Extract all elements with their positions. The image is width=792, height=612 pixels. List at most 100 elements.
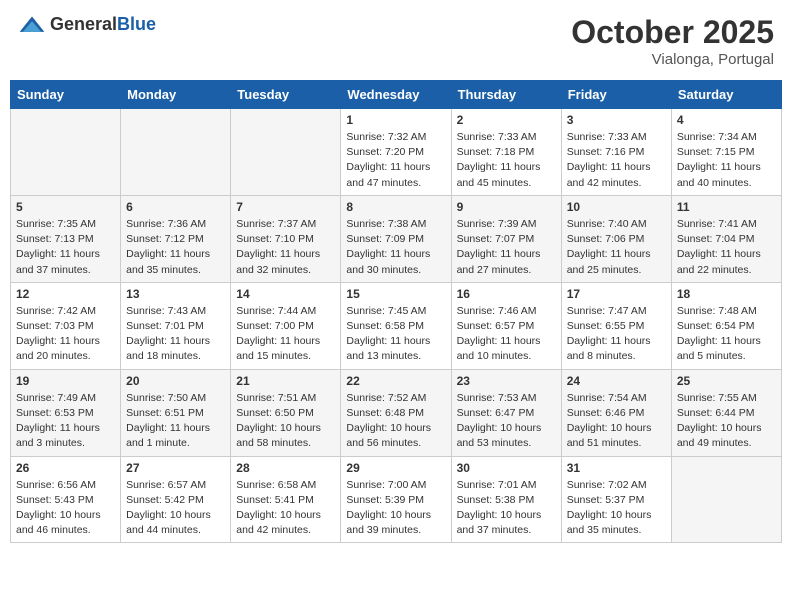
calendar-day-cell: 28 Sunrise: 6:58 AM Sunset: 5:41 PM Dayli… bbox=[231, 456, 341, 543]
day-info: Sunrise: 7:51 AM Sunset: 6:50 PM Dayligh… bbox=[236, 391, 335, 452]
calendar-day-cell: 15Sunrise: 7:45 AM Sunset: 6:58 PM Dayli… bbox=[341, 282, 451, 369]
day-info: Sunrise: 7:33 AM Sunset: 7:16 PM Dayligh… bbox=[567, 130, 666, 191]
day-info: Sunrise: 7:49 AM Sunset: 6:53 PM Dayligh… bbox=[16, 391, 115, 452]
day-number: 14 bbox=[236, 287, 335, 301]
day-info: Sunrise: 7:45 AM Sunset: 6:58 PM Dayligh… bbox=[346, 304, 445, 365]
weekday-header: Friday bbox=[561, 81, 671, 109]
weekday-header: Saturday bbox=[671, 81, 781, 109]
logo: GeneralBlue bbox=[18, 14, 156, 35]
calendar-week-row: 26 Sunrise: 6:56 AM Sunset: 5:43 PM Dayli… bbox=[11, 456, 782, 543]
day-info: Sunrise: 7:42 AM Sunset: 7:03 PM Dayligh… bbox=[16, 304, 115, 365]
day-number: 20 bbox=[126, 374, 225, 388]
calendar-day-cell: 13Sunrise: 7:43 AM Sunset: 7:01 PM Dayli… bbox=[121, 282, 231, 369]
day-number: 10 bbox=[567, 200, 666, 214]
day-number: 3 bbox=[567, 113, 666, 127]
day-info: Sunrise: 7:34 AM Sunset: 7:15 PM Dayligh… bbox=[677, 130, 776, 191]
weekday-header-row: SundayMondayTuesdayWednesdayThursdayFrid… bbox=[11, 81, 782, 109]
day-info: Sunrise: 7:47 AM Sunset: 6:55 PM Dayligh… bbox=[567, 304, 666, 365]
calendar-day-cell: 22 Sunrise: 7:52 AM Sunset: 6:48 PM Dayli… bbox=[341, 369, 451, 456]
calendar-day-cell: 10 Sunrise: 7:40 AM Sunset: 7:06 PM Dayli… bbox=[561, 195, 671, 282]
calendar-day-cell: 7 Sunrise: 7:37 AM Sunset: 7:10 PM Daylig… bbox=[231, 195, 341, 282]
calendar-day-cell bbox=[121, 109, 231, 196]
day-info: Sunrise: 7:53 AM Sunset: 6:47 PM Dayligh… bbox=[457, 391, 556, 452]
day-number: 21 bbox=[236, 374, 335, 388]
calendar-week-row: 5Sunrise: 7:35 AM Sunset: 7:13 PM Daylig… bbox=[11, 195, 782, 282]
calendar-day-cell: 19 Sunrise: 7:49 AM Sunset: 6:53 PM Dayli… bbox=[11, 369, 121, 456]
day-number: 19 bbox=[16, 374, 115, 388]
day-info: Sunrise: 7:44 AM Sunset: 7:00 PM Dayligh… bbox=[236, 304, 335, 365]
calendar-day-cell bbox=[671, 456, 781, 543]
day-info: Sunrise: 6:58 AM Sunset: 5:41 PM Dayligh… bbox=[236, 478, 335, 539]
day-info: Sunrise: 7:37 AM Sunset: 7:10 PM Dayligh… bbox=[236, 217, 335, 278]
calendar-day-cell: 3 Sunrise: 7:33 AM Sunset: 7:16 PM Daylig… bbox=[561, 109, 671, 196]
calendar-day-cell bbox=[11, 109, 121, 196]
calendar-day-cell: 24Sunrise: 7:54 AM Sunset: 6:46 PM Dayli… bbox=[561, 369, 671, 456]
day-number: 29 bbox=[346, 461, 445, 475]
calendar-day-cell: 12Sunrise: 7:42 AM Sunset: 7:03 PM Dayli… bbox=[11, 282, 121, 369]
calendar-day-cell: 1Sunrise: 7:32 AM Sunset: 7:20 PM Daylig… bbox=[341, 109, 451, 196]
day-info: Sunrise: 7:52 AM Sunset: 6:48 PM Dayligh… bbox=[346, 391, 445, 452]
day-info: Sunrise: 7:39 AM Sunset: 7:07 PM Dayligh… bbox=[457, 217, 556, 278]
day-number: 4 bbox=[677, 113, 776, 127]
calendar-day-cell: 20 Sunrise: 7:50 AM Sunset: 6:51 PM Dayli… bbox=[121, 369, 231, 456]
day-number: 13 bbox=[126, 287, 225, 301]
logo-text-blue: Blue bbox=[117, 14, 156, 34]
title-block: October 2025 Vialonga, Portugal bbox=[571, 14, 774, 68]
calendar-week-row: 12Sunrise: 7:42 AM Sunset: 7:03 PM Dayli… bbox=[11, 282, 782, 369]
calendar-day-cell: 4 Sunrise: 7:34 AM Sunset: 7:15 PM Daylig… bbox=[671, 109, 781, 196]
calendar-day-cell: 18 Sunrise: 7:48 AM Sunset: 6:54 PM Dayli… bbox=[671, 282, 781, 369]
day-info: Sunrise: 7:01 AM Sunset: 5:38 PM Dayligh… bbox=[457, 478, 556, 539]
day-number: 30 bbox=[457, 461, 556, 475]
day-number: 2 bbox=[457, 113, 556, 127]
day-number: 8 bbox=[346, 200, 445, 214]
calendar-day-cell: 31Sunrise: 7:02 AM Sunset: 5:37 PM Dayli… bbox=[561, 456, 671, 543]
weekday-header: Tuesday bbox=[231, 81, 341, 109]
page-header: GeneralBlue October 2025 Vialonga, Portu… bbox=[10, 10, 782, 72]
calendar-day-cell: 30 Sunrise: 7:01 AM Sunset: 5:38 PM Dayli… bbox=[451, 456, 561, 543]
logo-text-general: General bbox=[50, 14, 117, 34]
day-info: Sunrise: 7:36 AM Sunset: 7:12 PM Dayligh… bbox=[126, 217, 225, 278]
day-info: Sunrise: 7:48 AM Sunset: 6:54 PM Dayligh… bbox=[677, 304, 776, 365]
calendar-day-cell: 23 Sunrise: 7:53 AM Sunset: 6:47 PM Dayli… bbox=[451, 369, 561, 456]
day-number: 27 bbox=[126, 461, 225, 475]
day-number: 18 bbox=[677, 287, 776, 301]
weekday-header: Thursday bbox=[451, 81, 561, 109]
calendar-day-cell: 16Sunrise: 7:46 AM Sunset: 6:57 PM Dayli… bbox=[451, 282, 561, 369]
calendar-day-cell: 26 Sunrise: 6:56 AM Sunset: 5:43 PM Dayli… bbox=[11, 456, 121, 543]
day-number: 11 bbox=[677, 200, 776, 214]
calendar-day-cell: 14 Sunrise: 7:44 AM Sunset: 7:00 PM Dayli… bbox=[231, 282, 341, 369]
location-title: Vialonga, Portugal bbox=[571, 51, 774, 68]
day-info: Sunrise: 6:57 AM Sunset: 5:42 PM Dayligh… bbox=[126, 478, 225, 539]
day-info: Sunrise: 7:41 AM Sunset: 7:04 PM Dayligh… bbox=[677, 217, 776, 278]
day-info: Sunrise: 7:02 AM Sunset: 5:37 PM Dayligh… bbox=[567, 478, 666, 539]
calendar-day-cell: 2Sunrise: 7:33 AM Sunset: 7:18 PM Daylig… bbox=[451, 109, 561, 196]
day-info: Sunrise: 7:55 AM Sunset: 6:44 PM Dayligh… bbox=[677, 391, 776, 452]
day-number: 26 bbox=[16, 461, 115, 475]
day-number: 23 bbox=[457, 374, 556, 388]
day-info: Sunrise: 6:56 AM Sunset: 5:43 PM Dayligh… bbox=[16, 478, 115, 539]
day-info: Sunrise: 7:40 AM Sunset: 7:06 PM Dayligh… bbox=[567, 217, 666, 278]
calendar-day-cell: 9 Sunrise: 7:39 AM Sunset: 7:07 PM Daylig… bbox=[451, 195, 561, 282]
calendar-day-cell: 6 Sunrise: 7:36 AM Sunset: 7:12 PM Daylig… bbox=[121, 195, 231, 282]
calendar-day-cell: 8Sunrise: 7:38 AM Sunset: 7:09 PM Daylig… bbox=[341, 195, 451, 282]
calendar-week-row: 1Sunrise: 7:32 AM Sunset: 7:20 PM Daylig… bbox=[11, 109, 782, 196]
calendar-day-cell: 5Sunrise: 7:35 AM Sunset: 7:13 PM Daylig… bbox=[11, 195, 121, 282]
weekday-header: Sunday bbox=[11, 81, 121, 109]
day-number: 7 bbox=[236, 200, 335, 214]
day-number: 28 bbox=[236, 461, 335, 475]
calendar-day-cell bbox=[231, 109, 341, 196]
day-number: 17 bbox=[567, 287, 666, 301]
calendar-table: SundayMondayTuesdayWednesdayThursdayFrid… bbox=[10, 80, 782, 543]
calendar-day-cell: 29 Sunrise: 7:00 AM Sunset: 5:39 PM Dayli… bbox=[341, 456, 451, 543]
day-number: 6 bbox=[126, 200, 225, 214]
day-number: 5 bbox=[16, 200, 115, 214]
day-number: 25 bbox=[677, 374, 776, 388]
day-info: Sunrise: 7:00 AM Sunset: 5:39 PM Dayligh… bbox=[346, 478, 445, 539]
day-info: Sunrise: 7:50 AM Sunset: 6:51 PM Dayligh… bbox=[126, 391, 225, 452]
day-number: 9 bbox=[457, 200, 556, 214]
calendar-day-cell: 27 Sunrise: 6:57 AM Sunset: 5:42 PM Dayli… bbox=[121, 456, 231, 543]
calendar-day-cell: 11 Sunrise: 7:41 AM Sunset: 7:04 PM Dayli… bbox=[671, 195, 781, 282]
day-number: 16 bbox=[457, 287, 556, 301]
calendar-day-cell: 21 Sunrise: 7:51 AM Sunset: 6:50 PM Dayli… bbox=[231, 369, 341, 456]
day-number: 22 bbox=[346, 374, 445, 388]
